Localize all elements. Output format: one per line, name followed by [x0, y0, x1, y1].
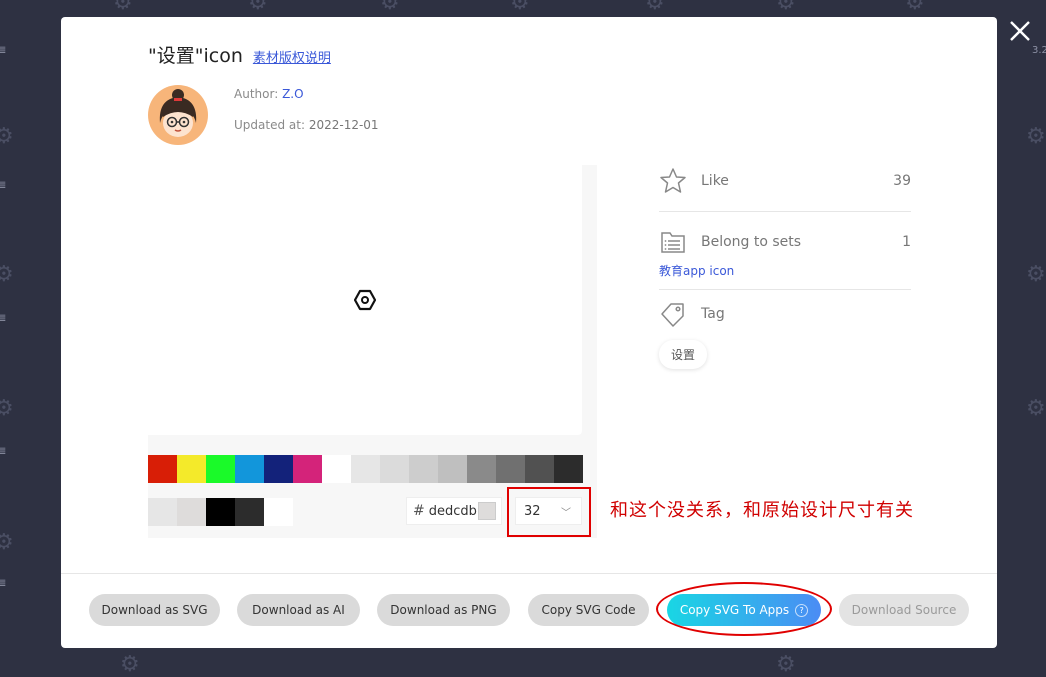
bg-gear-icon: ⚙: [0, 530, 14, 555]
sets-row: Belong to sets 1: [659, 224, 911, 260]
bg-gear-icon: ⚙: [120, 652, 140, 677]
current-color-chip: [478, 502, 496, 520]
bg-side-label: 3.2: [1032, 45, 1046, 56]
bg-gear-icon: ⚙: [776, 0, 796, 15]
color-swatch[interactable]: [206, 498, 235, 526]
bg-gear-icon: ⚙: [248, 0, 268, 15]
star-icon: [660, 168, 686, 193]
color-swatch[interactable]: [148, 455, 177, 483]
color-swatch[interactable]: [148, 498, 177, 526]
tag-icon: [661, 303, 684, 327]
annotation-note: 和这个没关系，和原始设计尺寸有关: [610, 500, 914, 521]
folder-list-icon: [661, 232, 685, 253]
tag-pill[interactable]: 设置: [659, 340, 708, 369]
color-swatch[interactable]: [206, 455, 235, 483]
bg-gear-icon: ⚙: [645, 0, 665, 15]
color-swatch[interactable]: [409, 455, 438, 483]
icon-detail-modal: "设置"icon 素材版权说明 Author: Z.O Updated at: …: [61, 17, 997, 648]
footer-divider: [61, 573, 997, 574]
bg-gear-icon: ⚙: [1026, 396, 1046, 421]
bg-gear-icon: ⚙: [905, 0, 925, 15]
bg-side-label: ≣: [0, 578, 7, 589]
tag-row: Tag: [659, 296, 911, 332]
color-swatch[interactable]: [322, 455, 351, 483]
bg-side-label: ≣: [0, 45, 7, 56]
sets-count: 1: [902, 234, 911, 250]
icon-title: "设置"icon: [148, 45, 243, 67]
annotation-box: [507, 487, 591, 537]
sets-label: Belong to sets: [701, 234, 802, 250]
color-swatch[interactable]: [467, 455, 496, 483]
gear-icon: [354, 289, 376, 311]
hex-color-input[interactable]: # dedcdb: [406, 497, 502, 525]
color-swatch[interactable]: [235, 455, 264, 483]
download-png-button[interactable]: Download as PNG: [377, 594, 510, 626]
color-swatch[interactable]: [177, 498, 206, 526]
bg-gear-icon: ⚙: [1026, 124, 1046, 149]
hash-symbol: #: [413, 503, 425, 519]
author-row: Author: Z.O: [234, 87, 304, 101]
bg-gear-icon: ⚙: [380, 0, 400, 15]
author-avatar[interactable]: [148, 85, 208, 145]
color-palette-row-2: [148, 498, 293, 526]
download-svg-button[interactable]: Download as SVG: [89, 594, 220, 626]
color-swatch[interactable]: [554, 455, 583, 483]
tag-label: Tag: [701, 306, 725, 322]
set-link[interactable]: 教育app icon: [659, 262, 911, 279]
bg-gear-icon: ⚙: [113, 0, 133, 15]
download-source-button: Download Source: [839, 594, 969, 626]
hex-value: dedcdb: [428, 503, 477, 519]
author-label: Author:: [234, 87, 279, 101]
color-swatch[interactable]: [351, 455, 380, 483]
color-swatch[interactable]: [264, 455, 293, 483]
close-icon[interactable]: [1007, 18, 1033, 44]
info-sidebar: Like 39 Belong to sets 1 教育app icon Tag …: [659, 163, 911, 369]
like-count: 39: [893, 173, 911, 189]
bg-side-label: ≣: [0, 446, 7, 457]
download-ai-button[interactable]: Download as AI: [237, 594, 360, 626]
bg-gear-icon: ⚙: [510, 0, 530, 15]
bg-gear-icon: ⚙: [0, 262, 14, 287]
title-row: "设置"icon 素材版权说明: [148, 41, 331, 68]
bg-gear-icon: ⚙: [0, 396, 14, 421]
color-swatch[interactable]: [380, 455, 409, 483]
color-palette-row-1: [148, 455, 583, 483]
icon-preview-panel: # dedcdb 32 ﹀: [148, 165, 597, 538]
bg-side-label: ≣: [0, 313, 7, 324]
bg-gear-icon: ⚙: [776, 652, 796, 677]
updated-label: Updated at:: [234, 118, 305, 132]
color-swatch[interactable]: [496, 455, 525, 483]
license-link[interactable]: 素材版权说明: [253, 47, 331, 66]
color-swatch[interactable]: [235, 498, 264, 526]
author-name[interactable]: Z.O: [282, 87, 303, 101]
color-swatch[interactable]: [525, 455, 554, 483]
color-swatch[interactable]: [293, 455, 322, 483]
divider: [659, 289, 911, 290]
bg-gear-icon: ⚙: [1026, 262, 1046, 287]
annotation-ellipse: [656, 582, 832, 636]
updated-row: Updated at: 2022-12-01: [234, 118, 379, 132]
updated-date: 2022-12-01: [308, 118, 379, 132]
bg-side-label: ≣: [0, 180, 7, 191]
color-swatch[interactable]: [438, 455, 467, 483]
like-row[interactable]: Like 39: [659, 163, 911, 199]
divider: [659, 211, 911, 212]
color-swatch[interactable]: [177, 455, 206, 483]
bg-gear-icon: ⚙: [0, 124, 14, 149]
copy-svg-code-button[interactable]: Copy SVG Code: [528, 594, 649, 626]
color-swatch[interactable]: [264, 498, 293, 526]
like-label: Like: [701, 173, 729, 189]
preview-canvas: [148, 165, 582, 435]
